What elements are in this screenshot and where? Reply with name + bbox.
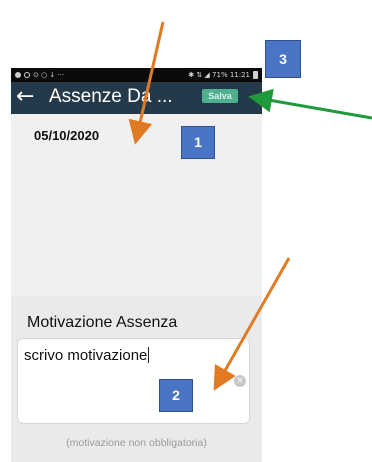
phone-screen: ⊙ ○ ↓ ··· ✱ ⇅ ◢ 71% 11:21 ← Assenze Da .… <box>11 68 262 462</box>
reason-section: Motivazione Assenza scrivo motivazione ×… <box>11 296 262 462</box>
date-section: 05/10/2020 <box>11 114 262 296</box>
page-title: Assenze Da ... <box>49 86 173 107</box>
green-arrow <box>248 88 372 120</box>
battery-icon <box>253 71 258 79</box>
reason-hint: (motivazione non obbligatoria) <box>66 437 207 449</box>
notification-ring-icon <box>24 72 30 78</box>
reason-textarea[interactable]: scrivo motivazione × <box>17 338 250 424</box>
status-left: ⊙ ○ ↓ ··· <box>15 71 64 79</box>
back-arrow-icon[interactable]: ← <box>16 86 34 108</box>
notification-dot-icon <box>15 72 21 78</box>
status-right-text: ✱ ⇅ ◢ 71% 11:21 <box>188 71 250 79</box>
reason-text: scrivo motivazione <box>24 347 150 364</box>
text-caret <box>148 347 150 363</box>
clear-x-icon[interactable]: × <box>234 375 246 387</box>
date-field[interactable]: 05/10/2020 <box>34 128 99 143</box>
status-left-text: ⊙ ○ ↓ ··· <box>33 71 65 79</box>
reason-value: scrivo motivazione <box>24 347 148 364</box>
annotation-badge-2: 2 <box>159 379 193 412</box>
annotation-badge-1: 1 <box>181 126 215 159</box>
annotation-badge-3: 3 <box>265 40 301 78</box>
app-bar: ← Assenze Da ... Salva <box>11 82 262 114</box>
status-bar: ⊙ ○ ↓ ··· ✱ ⇅ ◢ 71% 11:21 <box>11 68 262 82</box>
reason-label: Motivazione Assenza <box>27 314 178 331</box>
status-right: ✱ ⇅ ◢ 71% 11:21 <box>188 71 258 79</box>
save-button[interactable]: Salva <box>202 89 238 103</box>
